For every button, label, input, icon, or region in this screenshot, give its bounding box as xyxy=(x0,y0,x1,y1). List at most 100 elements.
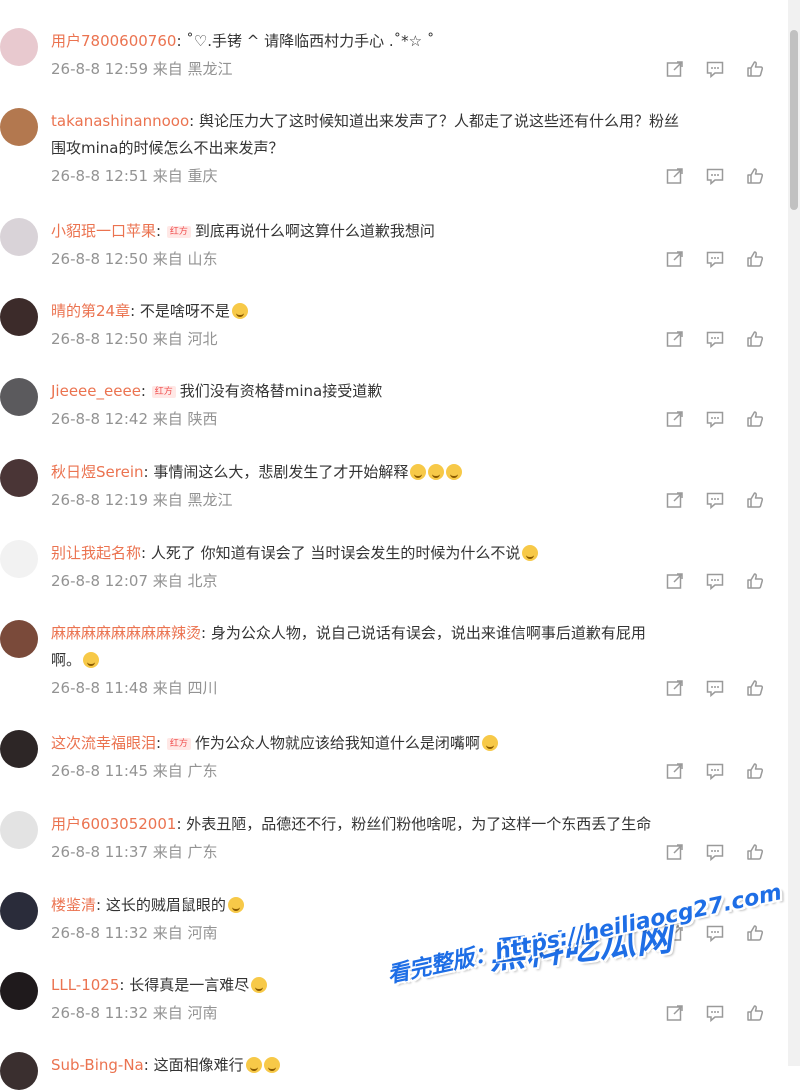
avatar[interactable] xyxy=(0,298,38,336)
like-icon[interactable] xyxy=(745,571,765,591)
share-icon[interactable] xyxy=(665,923,685,943)
comment-icon[interactable] xyxy=(705,166,725,186)
comment-actions xyxy=(665,571,765,591)
emoji-icon xyxy=(245,1057,262,1073)
emoji-icon xyxy=(522,545,539,561)
comment-content-continued: 围攻mina的时候怎么不出来发声？ xyxy=(51,139,284,157)
comment-actions xyxy=(665,249,765,269)
comment-meta: 26-8-8 12:19 来自 黑龙江 xyxy=(51,491,233,509)
comment-username[interactable]: Sub-Bing-Na xyxy=(51,1056,144,1074)
comment-text: 楼鉴清: 这长的贼眉鼠眼的 xyxy=(51,892,751,919)
share-icon[interactable] xyxy=(665,490,685,510)
comment-text: 这次流幸福眼泪: 红方 作为公众人物就应该给我知道什么是闭嘴啊 xyxy=(51,730,751,757)
comment-username[interactable]: 晴的第24章 xyxy=(51,302,130,320)
comment-username[interactable]: LLL-1025 xyxy=(51,976,119,994)
comment-icon[interactable] xyxy=(705,329,725,349)
avatar[interactable] xyxy=(0,972,38,1010)
emoji-icon xyxy=(263,1057,280,1073)
share-icon[interactable] xyxy=(665,59,685,79)
comment-actions xyxy=(665,842,765,862)
comment-content: 我们没有资格替mina接受道歉 xyxy=(179,382,383,400)
comment-icon[interactable] xyxy=(705,490,725,510)
emoji-icon xyxy=(251,977,268,993)
comment-username[interactable]: 麻麻麻麻麻麻麻麻辣烫 xyxy=(51,624,201,642)
comment-actions xyxy=(665,1003,765,1023)
comment-meta: 26-8-8 11:45 来自 广东 xyxy=(51,762,218,780)
comment-username[interactable]: 用户7800600760 xyxy=(51,32,176,50)
comment-username[interactable]: 小貂珉一口苹果 xyxy=(51,222,156,240)
comment-content: 到底再说什么啊这算什么道歉我想问 xyxy=(194,222,435,240)
comment-content: 这面相像难行 xyxy=(153,1056,244,1074)
like-icon[interactable] xyxy=(745,1003,765,1023)
avatar[interactable] xyxy=(0,1052,38,1090)
comment-icon[interactable] xyxy=(705,1003,725,1023)
comment-icon[interactable] xyxy=(705,409,725,429)
like-icon[interactable] xyxy=(745,166,765,186)
comment-actions xyxy=(665,490,765,510)
comment-icon[interactable] xyxy=(705,842,725,862)
emoji-icon xyxy=(83,652,100,668)
comment-meta: 26-8-8 11:48 来自 四川 xyxy=(51,679,218,697)
avatar[interactable] xyxy=(0,378,38,416)
avatar[interactable] xyxy=(0,730,38,768)
comment-actions xyxy=(665,329,765,349)
comment-text: 麻麻麻麻麻麻麻麻辣烫: 身为公众人物，说自己说话有误会，说出来谁信啊事后道歉有屁… xyxy=(51,624,646,669)
comment-text: Jieeee_eeee: 红方 我们没有资格替mina接受道歉 xyxy=(51,382,383,400)
comment-meta: 26-8-8 12:50 来自 山东 xyxy=(51,250,218,268)
comment-meta: 26-8-8 12:07 来自 北京 xyxy=(51,572,218,590)
share-icon[interactable] xyxy=(665,678,685,698)
comment-username[interactable]: 别让我起名称 xyxy=(51,544,141,562)
avatar[interactable] xyxy=(0,108,38,146)
like-icon[interactable] xyxy=(745,409,765,429)
comment-username[interactable]: 秋日煜Serein xyxy=(51,463,144,481)
comment-content: 外表丑陋，品德还不行，粉丝们粉他啥呢，为了这样一个东西丢了生命 xyxy=(186,815,652,833)
comment-text: 别让我起名称: 人死了 你知道有误会了 当时误会发生的时候为什么不说 xyxy=(51,540,751,567)
comment-text: 小貂珉一口苹果: 红方 到底再说什么啊这算什么道歉我想问 xyxy=(51,222,435,240)
comment-icon[interactable] xyxy=(705,249,725,269)
share-icon[interactable] xyxy=(665,249,685,269)
like-icon[interactable] xyxy=(745,923,765,943)
comment-username[interactable]: takanashinannooo xyxy=(51,112,189,130)
comment-username[interactable]: 楼鉴清 xyxy=(51,896,96,914)
comment-content: 事情闹这么大，悲剧发生了才开始解释 xyxy=(153,463,409,481)
comment-text: 用户7800600760: ˚♡.手铐 ^ 请降临西村力手心 .˚*☆ ˚ xyxy=(51,32,435,50)
like-icon[interactable] xyxy=(745,761,765,781)
comment-icon[interactable] xyxy=(705,59,725,79)
comment-content: 身为公众人物，说自己说话有误会，说出来谁信啊事后道歉有屁用 xyxy=(210,624,646,642)
share-icon[interactable] xyxy=(665,329,685,349)
comment-icon[interactable] xyxy=(705,761,725,781)
like-icon[interactable] xyxy=(745,842,765,862)
avatar[interactable] xyxy=(0,620,38,658)
share-icon[interactable] xyxy=(665,409,685,429)
comment-meta: 26-8-8 12:51 来自 重庆 xyxy=(51,167,218,185)
share-icon[interactable] xyxy=(665,761,685,781)
scroll-thumb[interactable] xyxy=(790,30,798,210)
share-icon[interactable] xyxy=(665,1003,685,1023)
avatar[interactable] xyxy=(0,540,38,578)
comment-content: 作为公众人物就应该给我知道什么是闭嘴啊 xyxy=(194,734,480,752)
comment-icon[interactable] xyxy=(705,571,725,591)
comment-icon[interactable] xyxy=(705,923,725,943)
like-icon[interactable] xyxy=(745,59,765,79)
avatar[interactable] xyxy=(0,218,38,256)
emoji-icon xyxy=(481,735,498,751)
like-icon[interactable] xyxy=(745,249,765,269)
comment-username[interactable]: 用户6003052001 xyxy=(51,815,176,833)
comment-actions xyxy=(665,59,765,79)
share-icon[interactable] xyxy=(665,166,685,186)
fan-badge: 红方 xyxy=(166,738,191,750)
comment-username[interactable]: Jieeee_eeee xyxy=(51,382,141,400)
avatar[interactable] xyxy=(0,28,38,66)
like-icon[interactable] xyxy=(745,329,765,349)
scrollbar[interactable] xyxy=(788,0,800,1066)
emoji-icon xyxy=(227,897,244,913)
like-icon[interactable] xyxy=(745,490,765,510)
comment-username[interactable]: 这次流幸福眼泪 xyxy=(51,734,156,752)
like-icon[interactable] xyxy=(745,678,765,698)
avatar[interactable] xyxy=(0,459,38,497)
share-icon[interactable] xyxy=(665,842,685,862)
comment-icon[interactable] xyxy=(705,678,725,698)
share-icon[interactable] xyxy=(665,571,685,591)
avatar[interactable] xyxy=(0,892,38,930)
avatar[interactable] xyxy=(0,811,38,849)
